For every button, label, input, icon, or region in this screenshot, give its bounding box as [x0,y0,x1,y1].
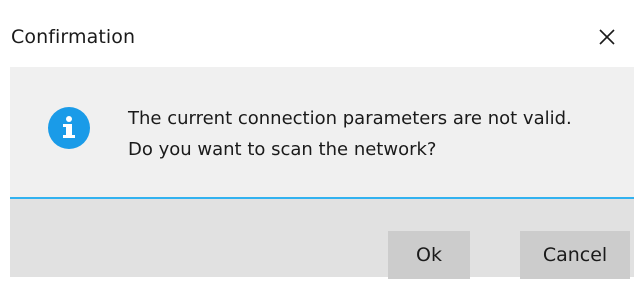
close-icon [599,29,615,45]
close-button[interactable] [592,22,622,52]
message-line-1: The current connection parameters are no… [128,108,572,129]
dialog-content: The current connection parameters are no… [10,67,634,197]
ok-button[interactable]: Ok [388,231,470,279]
dialog-footer: Ok Cancel [10,199,634,279]
message-line-2: Do you want to scan the network? [128,139,437,160]
info-icon [48,107,90,149]
dialog-titlebar: Confirmation [10,10,634,67]
cancel-button[interactable]: Cancel [520,231,630,279]
dialog-message: The current connection parameters are no… [128,103,572,165]
confirmation-dialog: Confirmation The current connection para… [10,10,634,279]
dialog-title: Confirmation [11,26,136,48]
